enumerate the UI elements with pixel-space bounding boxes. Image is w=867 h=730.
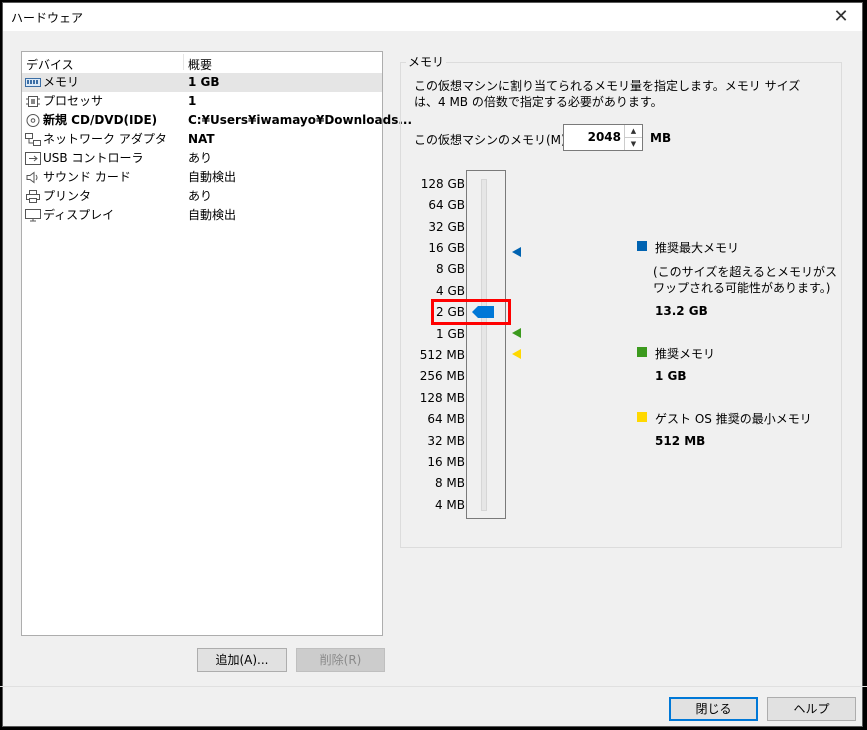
device-row-printer[interactable]: プリンタ あり xyxy=(22,187,382,206)
device-row-display[interactable]: ディスプレイ 自動検出 xyxy=(22,206,382,225)
device-name: サウンド カード xyxy=(43,170,131,184)
guest-min-marker-icon xyxy=(512,349,521,359)
close-button[interactable]: 閉じる xyxy=(669,697,758,721)
column-header-device[interactable]: デバイス xyxy=(26,56,74,73)
device-name: プリンタ xyxy=(43,189,92,203)
close-icon[interactable]: ✕ xyxy=(828,4,854,30)
recommended-max-note: (このサイズを超えるとメモリがスワップされる可能性があります。) xyxy=(653,265,837,295)
spin-up-icon[interactable]: ▲ xyxy=(625,125,642,138)
device-summary: あり xyxy=(188,151,213,165)
remove-device-button[interactable]: 削除(R) xyxy=(296,648,385,672)
device-name: ネットワーク アダプタ xyxy=(43,132,167,146)
guest-min-swatch xyxy=(637,412,647,422)
device-row-network-adapter[interactable]: ネットワーク アダプタ NAT xyxy=(22,130,382,149)
scale-tick: 32 GB xyxy=(428,220,465,234)
scale-tick: 16 GB xyxy=(428,241,465,255)
column-divider xyxy=(183,54,184,70)
scale-tick: 4 GB xyxy=(436,284,465,298)
scale-tick: 128 MB xyxy=(419,391,465,405)
recommended-title: 推奨メモリ xyxy=(655,347,716,361)
dialog-title: ハードウェア xyxy=(11,11,84,25)
memory-slider[interactable] xyxy=(466,170,506,519)
device-summary: 自動検出 xyxy=(188,208,237,222)
device-row-processor[interactable]: プロセッサ 1 xyxy=(22,92,382,111)
device-row-memory[interactable]: メモリ 1 GB xyxy=(22,73,382,92)
slider-track[interactable] xyxy=(481,179,487,511)
help-button[interactable]: ヘルプ xyxy=(767,697,856,721)
device-summary: C:¥Users¥iwamayo¥Downloads... xyxy=(188,113,413,127)
scale-tick: 32 MB xyxy=(427,434,465,448)
recommended-value: 1 GB xyxy=(655,369,687,383)
memory-input[interactable]: 2048 ▲ ▼ xyxy=(563,124,643,151)
scale-tick: 128 GB xyxy=(420,177,465,191)
memory-value[interactable]: 2048 xyxy=(588,130,621,144)
scale-tick: 1 GB xyxy=(436,327,465,341)
device-row-sound-card[interactable]: サウンド カード 自動検出 xyxy=(22,168,382,187)
device-name: プロセッサ xyxy=(43,94,104,108)
printer-icon xyxy=(26,190,40,203)
memory-field-label: この仮想マシンのメモリ(M): xyxy=(414,133,570,147)
device-name: USB コントローラ xyxy=(43,151,144,165)
memory-description: この仮想マシンに割り当てられるメモリ量を指定します。メモリ サイズは、4 MB … xyxy=(414,79,801,109)
recommended-swatch xyxy=(637,347,647,357)
scale-tick: 8 MB xyxy=(434,476,465,490)
device-name: メモリ xyxy=(43,75,80,89)
scale-tick: 64 GB xyxy=(428,198,465,212)
device-name: 新規 CD/DVD(IDE) xyxy=(43,113,158,127)
scale-tick: 512 MB xyxy=(419,348,465,362)
device-list-header: デバイス 概要 xyxy=(22,52,382,72)
scale-tick: 4 MB xyxy=(434,498,465,512)
scale-tick: 16 MB xyxy=(427,455,465,469)
network-adapter-icon xyxy=(25,133,41,146)
memory-group-label: メモリ xyxy=(406,53,447,70)
display-icon xyxy=(25,209,41,222)
guest-min-value: 512 MB xyxy=(655,434,706,448)
scale-tick: 256 MB xyxy=(419,369,465,383)
sound-card-icon xyxy=(26,171,38,184)
device-summary: NAT xyxy=(188,132,215,146)
add-device-button[interactable]: 追加(A)... xyxy=(197,648,287,672)
memory-unit: MB xyxy=(650,131,672,145)
recommended-max-swatch xyxy=(637,241,647,251)
device-summary: あり xyxy=(188,189,213,203)
memory-icon xyxy=(25,78,41,87)
device-row-usb-controller[interactable]: USB コントローラ あり xyxy=(22,149,382,168)
spin-down-icon[interactable]: ▼ xyxy=(625,138,642,150)
device-row-cd-dvd[interactable]: 新規 CD/DVD(IDE) C:¥Users¥iwamayo¥Download… xyxy=(22,111,412,130)
processor-icon xyxy=(26,96,40,107)
scale-tick: 64 MB xyxy=(427,412,465,426)
usb-controller-icon xyxy=(25,152,41,165)
scale-tick: 8 GB xyxy=(436,262,465,276)
highlight-box xyxy=(431,299,511,325)
recommended-max-marker-icon xyxy=(512,247,521,257)
device-name: ディスプレイ xyxy=(43,208,115,222)
recommended-marker-icon xyxy=(512,328,521,338)
device-list: デバイス 概要 メモリ 1 GB プロセッサ 1 新規 CD/DVD(IDE) … xyxy=(21,51,412,636)
device-summary: 1 xyxy=(188,94,197,108)
column-header-summary[interactable]: 概要 xyxy=(188,56,212,73)
guest-min-title: ゲスト OS 推奨の最小メモリ xyxy=(655,412,812,426)
title-bar: ハードウェア ✕ xyxy=(3,3,862,31)
recommended-max-value: 13.2 GB xyxy=(655,304,708,318)
recommended-max-title: 推奨最大メモリ xyxy=(655,241,740,255)
device-summary: 1 GB xyxy=(188,75,220,89)
memory-stepper[interactable]: ▲ ▼ xyxy=(624,125,642,150)
device-summary: 自動検出 xyxy=(188,170,237,184)
cd-dvd-icon xyxy=(26,114,40,127)
footer-divider xyxy=(0,686,867,687)
